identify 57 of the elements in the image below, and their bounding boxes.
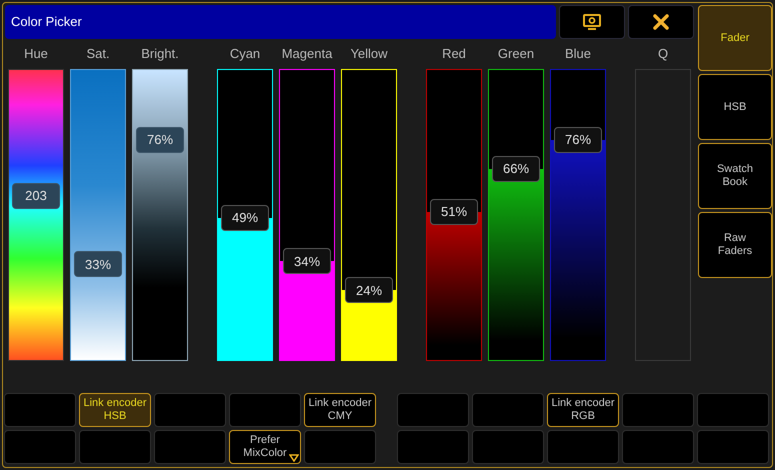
monitor-icon: [583, 14, 601, 30]
grid-button[interactable]: [154, 430, 226, 464]
fader-track[interactable]: 76%: [550, 69, 606, 361]
sidebar-tab[interactable]: HSB: [698, 74, 772, 140]
screen-button[interactable]: [559, 5, 625, 39]
sidebar-tab[interactable]: Raw Faders: [698, 212, 772, 278]
fader-value: 51%: [430, 199, 478, 226]
fader-label: Cyan: [230, 45, 260, 64]
fader-label: Sat.: [86, 45, 110, 64]
grid-button[interactable]: [79, 430, 151, 464]
fader-handle[interactable]: 76%: [136, 126, 184, 153]
grid-button[interactable]: [304, 430, 376, 464]
fader-track[interactable]: 66%: [488, 69, 544, 361]
grid-button[interactable]: [4, 430, 76, 464]
dropdown-button[interactable]: Prefer MixColor: [229, 430, 301, 464]
sidebar-tab[interactable]: Swatch Book: [698, 143, 772, 209]
grid-button[interactable]: [622, 393, 694, 427]
grid-button[interactable]: [622, 430, 694, 464]
fader-label: Green: [498, 45, 534, 64]
fader-track[interactable]: 203: [8, 69, 64, 361]
fader-label: Q: [658, 45, 668, 64]
fader-track[interactable]: 76%: [132, 69, 188, 361]
fader-value: 66%: [492, 156, 540, 182]
fader-value: 34%: [283, 248, 331, 274]
toggle-button[interactable]: Link encoder HSB: [79, 393, 151, 427]
fader-handle[interactable]: 33%: [74, 251, 122, 278]
toggle-button[interactable]: Link encoder RGB: [547, 393, 619, 427]
dropdown-caret-icon: [289, 454, 299, 462]
grid-button[interactable]: [397, 430, 469, 464]
grid-button[interactable]: [229, 393, 301, 427]
close-button[interactable]: [628, 5, 694, 39]
grid-button[interactable]: [397, 393, 469, 427]
grid-button[interactable]: [547, 430, 619, 464]
fader-label: Red: [442, 45, 466, 64]
fader-label: Magenta: [282, 45, 332, 64]
grid-button[interactable]: [154, 393, 226, 427]
fader-track[interactable]: 33%: [70, 69, 126, 361]
fader-label: Hue: [24, 45, 48, 64]
grid-button[interactable]: [697, 430, 769, 464]
toggle-button[interactable]: Link encoder CMY: [304, 393, 376, 427]
fader-value: 24%: [345, 277, 393, 304]
grid-button[interactable]: [4, 393, 76, 427]
window-title: Color Picker: [5, 5, 556, 39]
fader-track[interactable]: 24%: [341, 69, 397, 361]
grid-button[interactable]: [472, 430, 544, 464]
fader-handle[interactable]: 203: [12, 183, 60, 210]
fader-track[interactable]: 49%: [217, 69, 273, 361]
fader-label: Blue: [564, 45, 592, 64]
fader-value: 49%: [221, 204, 269, 231]
sidebar-tab[interactable]: Fader: [698, 5, 772, 71]
fader-label: Yellow: [350, 45, 388, 64]
fader-label: Bright.: [141, 45, 179, 64]
fader-track[interactable]: 34%: [279, 69, 335, 361]
fader-track[interactable]: 51%: [426, 69, 482, 361]
grid-button[interactable]: [472, 393, 544, 427]
grid-button[interactable]: [697, 393, 769, 427]
fader-value: 76%: [554, 126, 602, 153]
